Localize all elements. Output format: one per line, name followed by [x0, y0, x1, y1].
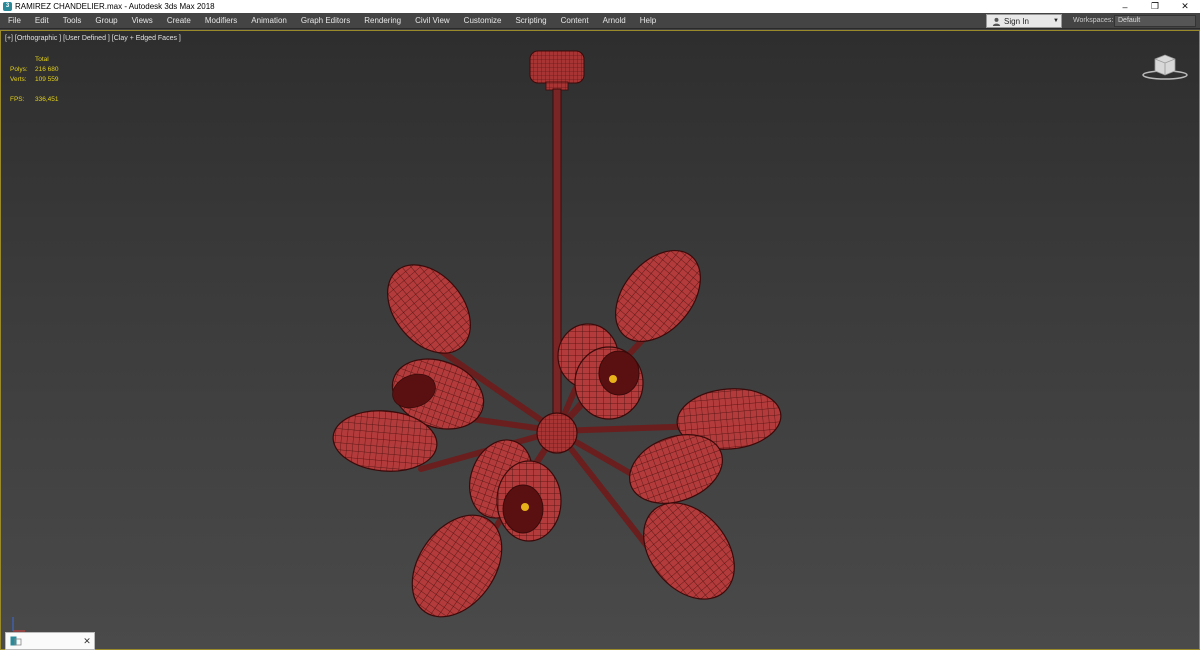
perspective-viewport[interactable]: [+] [Orthographic ] [User Defined ] [Cla…: [0, 30, 1200, 650]
menu-rendering[interactable]: Rendering: [357, 13, 408, 29]
canopy: [529, 50, 585, 91]
viewcube-icon[interactable]: [1141, 51, 1189, 81]
menu-create[interactable]: Create: [160, 13, 198, 29]
menu-animation[interactable]: Animation: [244, 13, 294, 29]
menu-file[interactable]: File: [0, 13, 28, 29]
menu-graph-editors[interactable]: Graph Editors: [294, 13, 357, 29]
minimize-button[interactable]: –: [1110, 0, 1140, 13]
sign-in-dropdown[interactable]: Sign In ▼: [986, 14, 1062, 28]
chevron-down-icon: ▼: [1053, 18, 1059, 24]
fps-label: FPS:: [10, 96, 25, 103]
menu-bar: File Edit Tools Group Views Create Modif…: [0, 13, 1200, 29]
window-title: RAMIREZ CHANDELIER.max - Autodesk 3ds Ma…: [15, 2, 215, 11]
fps-value: 336,451: [35, 96, 59, 103]
bulb: [609, 375, 617, 383]
chandelier-model[interactable]: [1, 31, 1199, 649]
polys-value: 216 680: [35, 66, 59, 73]
menu-tools[interactable]: Tools: [56, 13, 89, 29]
axis-gizmo-icon: [9, 613, 29, 633]
close-icon[interactable]: ✕: [80, 636, 94, 647]
menu-group[interactable]: Group: [88, 13, 124, 29]
viewport-label[interactable]: [+] [Orthographic ] [User Defined ] [Cla…: [5, 35, 181, 42]
close-button[interactable]: ✕: [1170, 0, 1200, 13]
menu-content[interactable]: Content: [554, 13, 596, 29]
menu-edit[interactable]: Edit: [28, 13, 56, 29]
window-icon[interactable]: [9, 635, 23, 647]
stats-header: Total: [35, 56, 49, 63]
menu-modifiers[interactable]: Modifiers: [198, 13, 244, 29]
sign-in-label: Sign In: [1004, 16, 1029, 26]
restore-button[interactable]: ❐: [1140, 0, 1170, 13]
polys-label: Polys:: [10, 66, 28, 73]
menu-customize[interactable]: Customize: [457, 13, 509, 29]
verts-value: 109 559: [35, 76, 59, 83]
menu-views[interactable]: Views: [125, 13, 160, 29]
menu-scripting[interactable]: Scripting: [508, 13, 553, 29]
title-bar: 3 RAMIREZ CHANDELIER.max - Autodesk 3ds …: [0, 0, 1200, 13]
stem: [552, 88, 562, 430]
center-hub: [536, 412, 578, 454]
mini-listener-panel[interactable]: ✕: [5, 632, 95, 650]
statistics-overlay: Total Polys: 216 680 Verts: 109 559 FPS: 33…: [10, 55, 75, 105]
menu-help[interactable]: Help: [633, 13, 663, 29]
workspace-select[interactable]: Default: [1114, 15, 1196, 27]
3ds-max-icon: 3: [3, 2, 12, 11]
workspaces-label: Workspaces:: [1073, 17, 1114, 24]
verts-label: Verts:: [10, 76, 27, 83]
menu-civil-view[interactable]: Civil View: [408, 13, 457, 29]
window-controls: – ❐ ✕: [1110, 0, 1200, 13]
menu-arnold[interactable]: Arnold: [596, 13, 633, 29]
bulb: [521, 503, 529, 511]
user-icon: [991, 16, 1001, 26]
